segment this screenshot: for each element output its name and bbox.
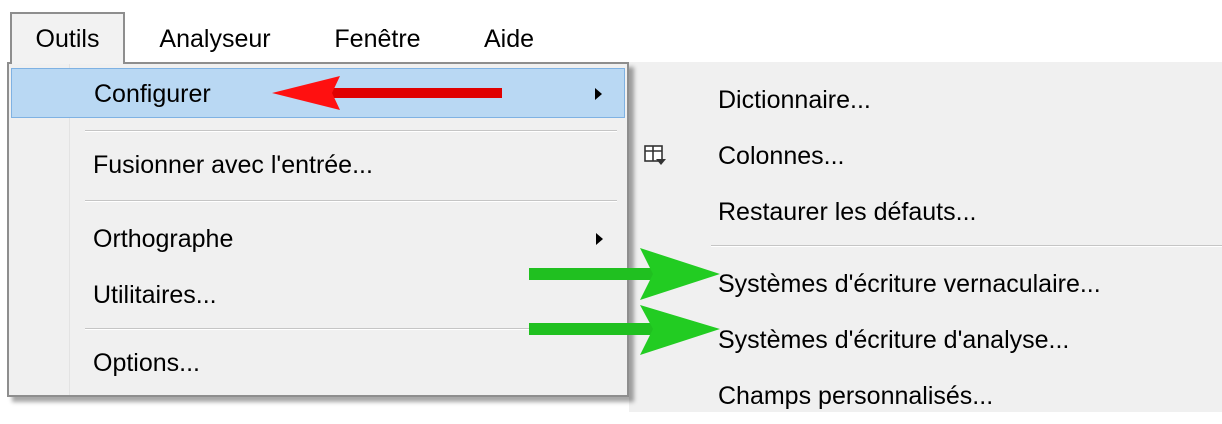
green-annotation-arrow-icon xyxy=(529,305,720,355)
menu-separator xyxy=(85,130,617,132)
submenu-arrow-icon xyxy=(595,88,602,100)
menu-item-label: Configurer xyxy=(94,80,211,108)
submenu-item-label: Restaurer les défauts... xyxy=(718,198,977,226)
menu-fenetre[interactable]: Fenêtre xyxy=(315,16,440,62)
menu-aide[interactable]: Aide xyxy=(464,16,554,62)
submenu-item-label: Colonnes... xyxy=(718,142,845,170)
menu-item-label: Options... xyxy=(93,349,200,377)
menu-item-label: Orthographe xyxy=(93,225,234,253)
submenu-item-colonnes[interactable]: Colonnes... xyxy=(629,128,1222,184)
menu-item-fusionner[interactable]: Fusionner avec l'entrée... xyxy=(11,140,625,190)
submenu-item-dictionnaire[interactable]: Dictionnaire... xyxy=(629,72,1222,128)
submenu-separator xyxy=(711,245,1222,247)
menu-separator xyxy=(85,200,617,202)
submenu-item-label: Systèmes d'écriture vernaculaire... xyxy=(718,270,1101,298)
submenu-item-label: Dictionnaire... xyxy=(718,86,871,114)
columns-icon xyxy=(644,145,666,165)
green-annotation-arrow-icon xyxy=(529,248,720,300)
menu-bar: Outils Analyseur Fenêtre Aide xyxy=(0,0,1222,64)
menu-outils[interactable]: Outils xyxy=(10,12,125,64)
submenu-item-champs[interactable]: Champs personnalisés... xyxy=(629,368,1222,424)
menu-item-label: Fusionner avec l'entrée... xyxy=(93,151,373,179)
menu-analyseur[interactable]: Analyseur xyxy=(140,16,290,62)
submenu-item-label: Champs personnalisés... xyxy=(718,382,994,410)
menu-item-label: Utilitaires... xyxy=(93,281,217,309)
submenu-item-restaurer[interactable]: Restaurer les défauts... xyxy=(629,184,1222,240)
submenu-item-label: Systèmes d'écriture d'analyse... xyxy=(718,326,1070,354)
red-annotation-arrow-icon xyxy=(272,76,502,110)
